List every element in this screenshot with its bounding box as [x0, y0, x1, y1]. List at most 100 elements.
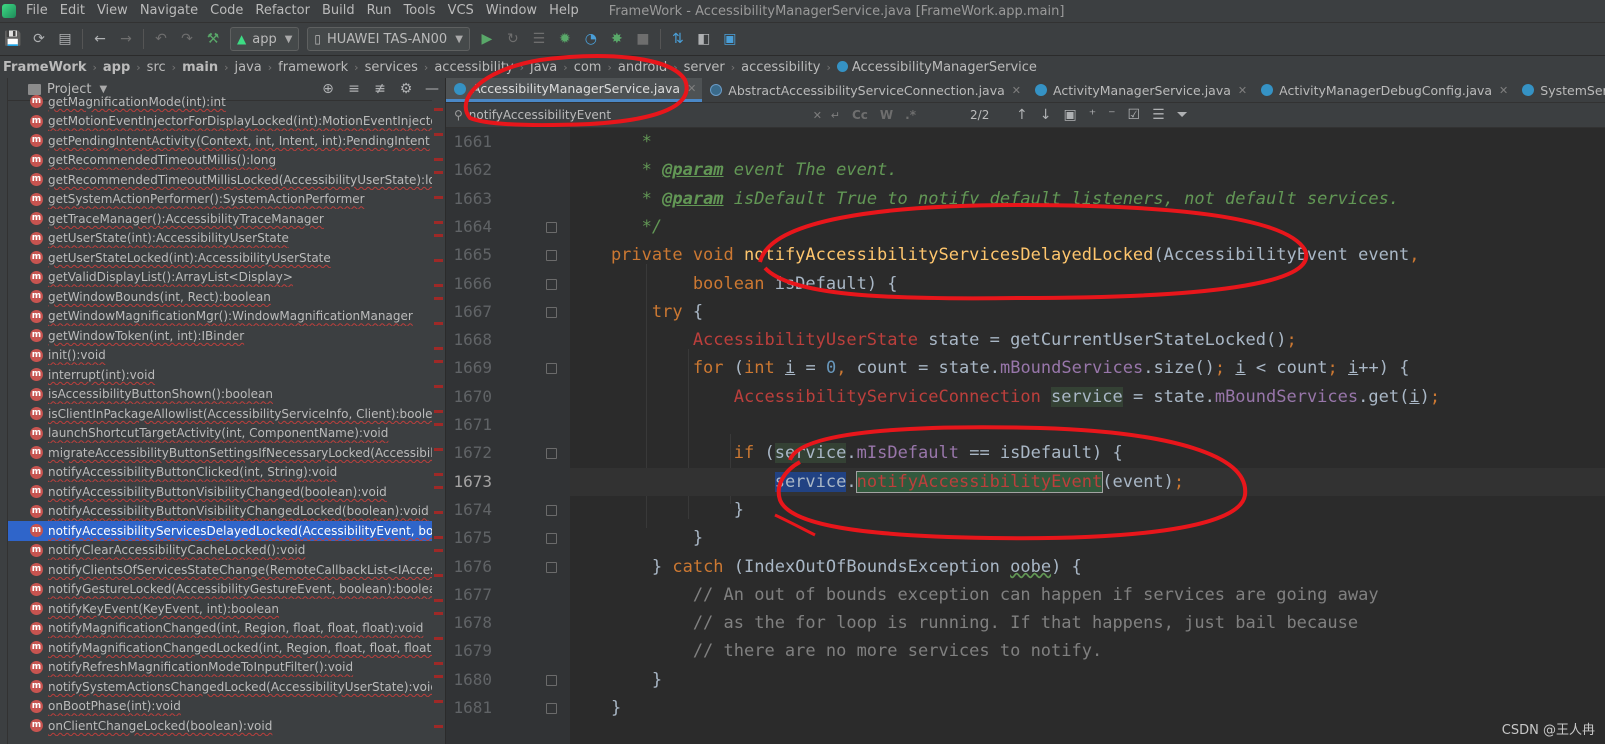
error-mark[interactable]	[434, 196, 443, 199]
close-icon[interactable]: ✕	[1238, 84, 1247, 97]
attach-debugger-icon[interactable]: ✸	[606, 28, 628, 50]
structure-method-item[interactable]: m getMagnificationMode(int):int	[8, 92, 445, 112]
undo-icon[interactable]: ↶	[150, 28, 172, 50]
run-icon[interactable]: ▶	[476, 28, 498, 50]
structure-method-item[interactable]: m interrupt(int):void	[8, 365, 445, 385]
error-mark[interactable]	[434, 574, 443, 577]
menu-help[interactable]: Help	[543, 0, 585, 22]
breadcrumb-item[interactable]: com	[571, 60, 605, 75]
structure-method-item[interactable]: m launchShortcutTargetActivity(int, Compo…	[8, 424, 445, 444]
error-mark[interactable]	[434, 536, 443, 539]
menu-vcs[interactable]: VCS	[442, 0, 480, 22]
open-file-icon[interactable]: ▤	[54, 28, 76, 50]
previous-occurrence-icon[interactable]: ↑	[1016, 107, 1028, 123]
structure-method-item[interactable]: m getWindowToken(int, int):IBinder	[8, 326, 445, 346]
find-query[interactable]: notifyAccessibilityEvent	[469, 108, 611, 122]
error-mark[interactable]	[434, 360, 443, 363]
tab-abstract-accessibility-service-connection[interactable]: AbstractAccessibilityServiceConnection.j…	[702, 78, 1027, 102]
new-line-icon[interactable]: ↵	[831, 109, 840, 122]
error-mark[interactable]	[434, 158, 443, 161]
tab-activity-manager-debug-config[interactable]: ActivityManagerDebugConfig.java ✕	[1253, 78, 1514, 102]
error-mark[interactable]	[434, 322, 443, 325]
error-mark[interactable]	[434, 637, 443, 640]
device-manager-icon[interactable]: ◧	[693, 28, 715, 50]
structure-method-item[interactable]: m notifyAccessibilityServicesDelayedLocke…	[8, 521, 445, 541]
menu-window[interactable]: Window	[480, 0, 543, 22]
menu-edit[interactable]: Edit	[54, 0, 91, 22]
error-mark[interactable]	[434, 511, 443, 514]
menu-refactor[interactable]: Refactor	[249, 0, 316, 22]
error-mark[interactable]	[434, 133, 443, 136]
error-mark[interactable]	[434, 234, 443, 237]
menu-navigate[interactable]: Navigate	[134, 0, 204, 22]
structure-method-item[interactable]: m getPendingIntentActivity(Context, int, …	[8, 131, 445, 151]
funnel-icon[interactable]: ⏷	[1177, 107, 1188, 123]
fold-marker-icon[interactable]	[546, 703, 557, 714]
error-mark[interactable]	[434, 171, 443, 174]
structure-method-item[interactable]: m notifyAccessibilityButtonVisibilityChan…	[8, 502, 445, 522]
error-mark[interactable]	[434, 385, 443, 388]
error-mark[interactable]	[434, 612, 443, 615]
structure-method-item[interactable]: m getWindowBounds(int, Rect):boolean	[8, 287, 445, 307]
error-mark[interactable]	[434, 662, 443, 665]
menu-file[interactable]: File	[20, 0, 54, 22]
error-mark[interactable]	[434, 473, 443, 476]
error-mark[interactable]	[434, 410, 443, 413]
close-icon[interactable]: ✕	[1499, 84, 1508, 97]
code-editor[interactable]: * * @param event The event. * @param isD…	[570, 128, 1605, 744]
fold-marker-icon[interactable]	[546, 221, 557, 233]
error-mark[interactable]	[434, 599, 443, 602]
structure-method-item[interactable]: m notifyMagnificationChangedLocked(int, R…	[8, 638, 445, 658]
structure-method-item[interactable]: m onClientChangeLocked(boolean):void	[8, 716, 445, 736]
next-occurrence-icon[interactable]: ↓	[1040, 107, 1052, 123]
breadcrumb-item[interactable]: FrameWork	[0, 60, 89, 75]
redo-icon[interactable]: ↷	[176, 28, 198, 50]
apply-changes-icon[interactable]: ☰	[528, 28, 550, 50]
breadcrumb-class[interactable]: AccessibilityManagerService	[834, 60, 1040, 75]
structure-method-item[interactable]: m isAccessibilityButtonShown():boolean	[8, 385, 445, 405]
structure-method-item[interactable]: m notifyAccessibilityButtonClicked(int, S…	[8, 463, 445, 483]
structure-method-item[interactable]: m onBootPhase(int):void	[8, 697, 445, 717]
sdk-manager-icon[interactable]: ▣	[719, 28, 741, 50]
structure-method-item[interactable]: m getValidDisplayList():ArrayList<Display…	[8, 268, 445, 288]
breadcrumb-item[interactable]: java	[527, 60, 560, 75]
fold-marker-icon[interactable]	[546, 363, 557, 375]
error-mark[interactable]	[434, 347, 443, 350]
structure-method-item[interactable]: m getRecommendedTimeoutMillis():long	[8, 151, 445, 171]
breadcrumb-item[interactable]: android	[615, 60, 670, 75]
error-mark[interactable]	[434, 259, 443, 262]
match-case-toggle[interactable]: Cc	[852, 108, 868, 122]
whole-word-toggle[interactable]: W	[880, 108, 893, 122]
fold-marker-icon[interactable]	[546, 250, 557, 262]
structure-method-item[interactable]: m init():void	[8, 346, 445, 366]
tab-activity-manager-service[interactable]: ActivityManagerService.java ✕	[1027, 78, 1253, 102]
breadcrumb-item[interactable]: src	[144, 60, 169, 75]
tab-accessibility-manager-service[interactable]: AccessibilityManagerService.java ✕	[446, 78, 703, 102]
breadcrumb-item[interactable]: app	[100, 60, 133, 75]
menu-run[interactable]: Run	[361, 0, 398, 22]
run-config-select[interactable]: ▲ app ▼	[230, 27, 300, 51]
error-mark[interactable]	[434, 221, 443, 224]
structure-method-item[interactable]: m getWindowMagnificationMgr():WindowMagni…	[8, 307, 445, 327]
fold-marker-icon[interactable]	[546, 561, 557, 573]
debug-icon[interactable]: ✹	[554, 28, 576, 50]
structure-method-item[interactable]: m notifySystemActionsChangedLocked(Access…	[8, 677, 445, 697]
menu-tools[interactable]: Tools	[398, 0, 442, 22]
error-mark[interactable]	[434, 675, 443, 678]
structure-method-item[interactable]: m notifyKeyEvent(KeyEvent, int):boolean	[8, 599, 445, 619]
breadcrumb-item[interactable]: java	[232, 60, 265, 75]
structure-method-item[interactable]: m notifyClientsOfServicesStateChange(Remo…	[8, 560, 445, 580]
fold-marker-icon[interactable]	[546, 306, 557, 318]
menu-code[interactable]: Code	[204, 0, 249, 22]
sync-icon[interactable]: ⟳	[28, 28, 50, 50]
close-icon[interactable]: ✕	[687, 82, 696, 95]
structure-method-item[interactable]: m notifyClearAccessibilityCacheLocked():v…	[8, 541, 445, 561]
fold-marker-icon[interactable]	[546, 504, 557, 516]
rerun-icon[interactable]: ↻	[502, 28, 524, 50]
structure-method-item[interactable]: m getUserStateLocked(int):AccessibilityUs…	[8, 248, 445, 268]
device-select[interactable]: ▯ HUAWEI TAS-AN00 ▼	[307, 27, 470, 51]
fold-marker-icon[interactable]	[546, 278, 557, 290]
structure-method-item[interactable]: m getRecommendedTimeoutMillisLocked(Acces…	[8, 170, 445, 190]
breadcrumb-item[interactable]: main	[179, 60, 221, 75]
regex-toggle[interactable]: .*	[905, 108, 916, 122]
